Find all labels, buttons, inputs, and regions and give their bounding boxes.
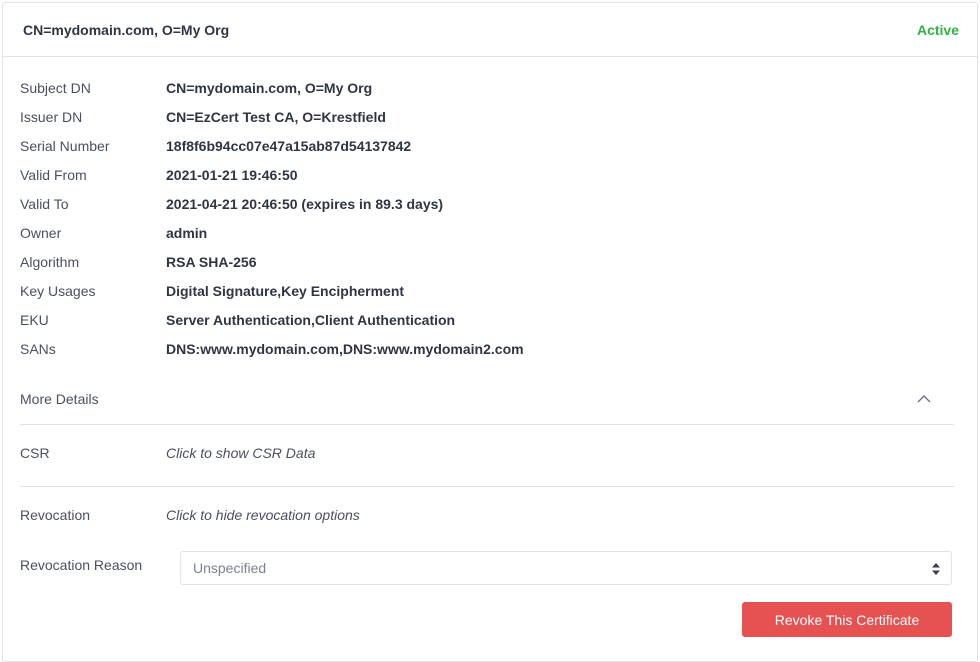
- revocation-label: Revocation: [20, 507, 91, 523]
- detail-label: SANs: [20, 341, 56, 357]
- detail-value: admin: [166, 225, 208, 241]
- detail-value: DNS:www.mydomain.com,DNS:www.mydomain2.c…: [166, 341, 524, 357]
- detail-value: CN=EzCert Test CA, O=Krestfield: [166, 109, 386, 125]
- detail-value: 2021-04-21 20:46:50 (expires in 89.3 day…: [166, 196, 444, 212]
- detail-row-valid-to: Valid To 2021-04-21 20:46:50 (expires in…: [20, 194, 443, 214]
- detail-row-sans: SANs DNS:www.mydomain.com,DNS:www.mydoma…: [20, 339, 524, 359]
- detail-value: RSA SHA-256: [166, 254, 257, 270]
- detail-label: Valid From: [20, 167, 87, 183]
- detail-value: Server Authentication,Client Authenticat…: [166, 312, 456, 328]
- divider: [20, 424, 954, 425]
- revocation-reason-label: Revocation Reason: [20, 557, 143, 573]
- detail-row-owner: Owner admin: [20, 223, 207, 243]
- revocation-row: Revocation Click to hide revocation opti…: [20, 505, 954, 525]
- detail-label: Serial Number: [20, 138, 110, 154]
- detail-label: EKU: [20, 312, 49, 328]
- revoke-certificate-button[interactable]: Revoke This Certificate: [742, 602, 952, 637]
- detail-label: Algorithm: [20, 254, 80, 270]
- detail-label: Issuer DN: [20, 109, 83, 125]
- certificate-title: CN=mydomain.com, O=My Org: [23, 21, 230, 38]
- status-badge: Active: [916, 21, 959, 38]
- detail-row-key-usages: Key Usages Digital Signature,Key Enciphe…: [20, 281, 404, 301]
- hide-revocation-link[interactable]: Click to hide revocation options: [166, 507, 360, 523]
- detail-row-valid-from: Valid From 2021-01-21 19:46:50: [20, 165, 298, 185]
- revocation-reason-value: Unspecified: [193, 560, 267, 576]
- detail-row-serial-number: Serial Number 18f8f6b94cc07e47a15ab87d54…: [20, 136, 411, 156]
- detail-value: 18f8f6b94cc07e47a15ab87d54137842: [166, 138, 412, 154]
- csr-row: CSR Click to show CSR Data: [20, 443, 954, 463]
- more-details-toggle[interactable]: More Details: [20, 389, 954, 409]
- card-header: CN=mydomain.com, O=My Org Active: [3, 3, 977, 57]
- detail-label: Key Usages: [20, 283, 96, 299]
- select-arrows-icon: [932, 563, 940, 575]
- show-csr-link[interactable]: Click to show CSR Data: [166, 445, 315, 461]
- detail-label: Owner: [20, 225, 62, 241]
- detail-row-issuer-dn: Issuer DN CN=EzCert Test CA, O=Krestfiel…: [20, 107, 386, 127]
- more-details-label: More Details: [20, 391, 99, 407]
- chevron-up-icon[interactable]: [916, 393, 932, 405]
- detail-row-subject-dn: Subject DN CN=mydomain.com, O=My Org: [20, 78, 372, 98]
- detail-value: 2021-01-21 19:46:50: [166, 167, 298, 183]
- csr-label: CSR: [20, 445, 50, 461]
- detail-value: CN=mydomain.com, O=My Org: [166, 80, 373, 96]
- revocation-reason-row: Revocation Reason: [20, 555, 170, 575]
- detail-label: Valid To: [20, 196, 69, 212]
- detail-row-algorithm: Algorithm RSA SHA-256: [20, 252, 257, 272]
- detail-label: Subject DN: [20, 80, 91, 96]
- divider: [20, 486, 954, 487]
- detail-value: Digital Signature,Key Encipherment: [166, 283, 405, 299]
- detail-row-eku: EKU Server Authentication,Client Authent…: [20, 310, 455, 330]
- revocation-reason-select[interactable]: Unspecified: [180, 551, 952, 585]
